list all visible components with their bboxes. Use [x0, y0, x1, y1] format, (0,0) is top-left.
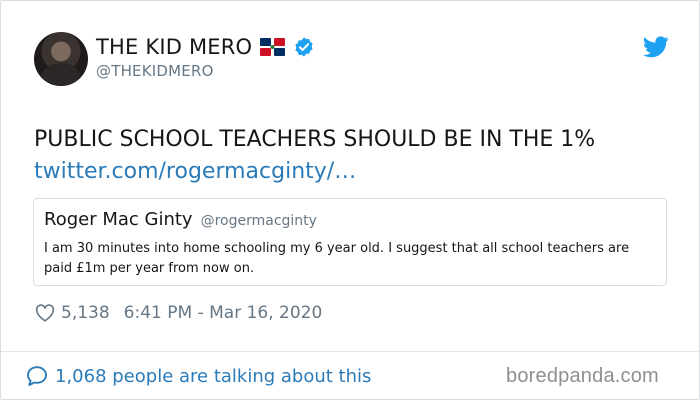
quoted-tweet[interactable]: Roger Mac Ginty @rogermacginty I am 30 m… — [33, 198, 667, 286]
avatar[interactable] — [34, 32, 88, 86]
tweet-card: THE KID MERO @THEKIDMERO PUBLIC SCHOOL T… — [0, 0, 700, 400]
speech-bubble-icon — [27, 366, 47, 386]
author-handle[interactable]: @THEKIDMERO — [96, 62, 214, 80]
tweet-timestamp[interactable]: 6:41 PM - Mar 16, 2020 — [124, 303, 323, 323]
talking-about-text[interactable]: 1,068 people are talking about this — [55, 366, 371, 387]
quoted-tweet-header: Roger Mac Ginty @rogermacginty — [44, 209, 317, 230]
tweet-meta: 5,138 6:41 PM - Mar 16, 2020 — [34, 301, 322, 325]
tweet-link[interactable]: twitter.com/rogermacginty/… — [34, 157, 356, 187]
verified-badge-icon — [295, 37, 313, 57]
quoted-tweet-text: I am 30 minutes into home schooling my 6… — [44, 241, 630, 276]
conversation-link[interactable]: 1,068 people are talking about this — [25, 363, 371, 389]
twitter-bird-icon[interactable] — [643, 36, 669, 58]
boredpanda-watermark: boredpanda.com — [506, 365, 659, 387]
tweet-text: PUBLIC SCHOOL TEACHERS SHOULD BE IN THE … — [34, 127, 596, 152]
dominican-republic-flag-icon — [260, 38, 286, 56]
quoted-author-name: Roger Mac Ginty — [44, 209, 193, 230]
heart-icon[interactable] — [34, 302, 56, 324]
quoted-author-handle: @rogermacginty — [200, 213, 317, 229]
divider — [1, 351, 699, 352]
author-display-name[interactable]: THE KID MERO — [96, 35, 252, 59]
like-count[interactable]: 5,138 — [61, 303, 110, 323]
author-name-row: THE KID MERO — [96, 34, 315, 60]
